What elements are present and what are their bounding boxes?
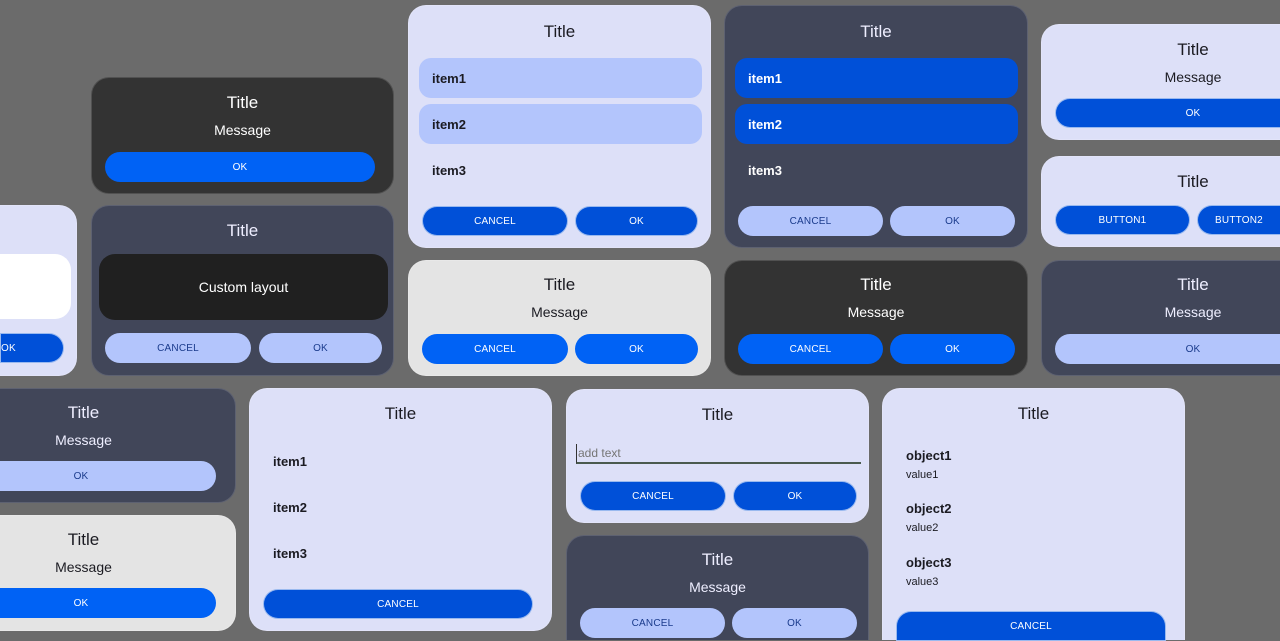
dialog-title: Title [67, 530, 100, 549]
ok-button[interactable]: OK [1055, 98, 1280, 128]
dialog-gray-message: Title Message CANCEL OK [408, 260, 711, 376]
list-item[interactable]: item3 [419, 150, 702, 190]
dialog-dark-confirm: Title Message CANCEL OK [724, 260, 1028, 376]
list-item[interactable]: item2 [419, 104, 702, 144]
custom-layout-box: Custom layout [99, 254, 388, 320]
dialog-message: Message [55, 432, 112, 448]
list-item[interactable]: item3 [260, 533, 543, 573]
ok-button[interactable]: OK [575, 206, 698, 236]
cancel-button[interactable]: CANCEL [580, 608, 725, 638]
object-name[interactable]: object1 [906, 448, 952, 463]
dialog-title: Title [67, 403, 100, 422]
object-value: value2 [906, 522, 939, 534]
dialog-slate-message: Title Message OK [1041, 260, 1280, 376]
dialog-title: Title [543, 22, 576, 41]
ok-button[interactable]: OK [890, 334, 1015, 364]
dialog-light-list: Title item1 item2 item3 CANCEL OK [408, 5, 711, 248]
button1[interactable]: BUTTON1 [1055, 205, 1190, 235]
dialog-title: Title [701, 550, 734, 569]
dialog-light-plain-list: Title item1 item2 item3 CANCEL [249, 388, 552, 631]
dialog-title: Title [1017, 404, 1050, 423]
ok-button[interactable]: OK [732, 608, 857, 638]
ok-button[interactable]: OK [0, 588, 216, 618]
list-item[interactable]: item1 [260, 441, 543, 481]
dialog-title: Title [1177, 40, 1209, 59]
dialog-light-buttons: Title BUTTON1 BUTTON2 [1041, 156, 1280, 247]
ok-button[interactable]: OK [1055, 334, 1280, 364]
list-item[interactable]: item1 [735, 58, 1018, 98]
list-item[interactable]: item3 [735, 150, 1018, 190]
dialog-slate-message-left: Title Message OK [0, 388, 236, 503]
dialog-slate-list: Title item1 item2 item3 CANCEL OK [724, 5, 1028, 248]
ok-button[interactable]: OK [105, 152, 375, 182]
custom-layout-box [0, 254, 71, 319]
dialog-title: Title [701, 405, 734, 424]
dialog-title: Title [1177, 275, 1209, 294]
button2[interactable]: BUTTON2 [1197, 205, 1280, 235]
cancel-button[interactable]: CANCEL [580, 481, 726, 511]
dialog-title: Title [1177, 172, 1209, 191]
object-value: value3 [906, 576, 939, 588]
ok-button[interactable]: OK [575, 334, 698, 364]
text-input[interactable] [576, 444, 861, 464]
dialog-title: Title [860, 275, 892, 294]
dialog-message: Message [214, 122, 271, 138]
dialog-slate-confirm: Title Message CANCEL OK [566, 535, 869, 640]
dialog-message: Message [689, 579, 746, 595]
cancel-button[interactable]: CANCEL [422, 206, 568, 236]
dialog-message: Message [531, 304, 588, 320]
dialog-message: Message [55, 559, 112, 575]
dialog-gray-message-left: Title Message OK [0, 515, 236, 631]
cancel-button[interactable]: CANCEL [738, 206, 883, 236]
list-item[interactable]: item1 [419, 58, 702, 98]
cancel-button[interactable]: CANCEL [738, 334, 883, 364]
ok-button[interactable]: OK [0, 333, 64, 363]
cancel-button[interactable]: CANCEL [422, 334, 568, 364]
cancel-button[interactable]: CANCEL [105, 333, 251, 363]
dialog-light-objects: Title object1 value1 object2 value2 obje… [882, 388, 1185, 641]
list-item[interactable]: item2 [260, 487, 543, 527]
object-name[interactable]: object3 [906, 555, 952, 570]
dialog-custom-light: OK [0, 205, 77, 376]
dialog-message: Message [1164, 304, 1222, 320]
dialog-dark-message: Title Message OK [91, 77, 394, 194]
dialog-message: Message [847, 304, 905, 320]
list-item[interactable]: item2 [735, 104, 1018, 144]
cancel-button[interactable]: CANCEL [896, 611, 1166, 641]
ok-button[interactable]: OK [259, 333, 382, 363]
dialog-message: Message [1164, 69, 1222, 85]
ok-button[interactable]: OK [890, 206, 1015, 236]
dialog-light-input: Title CANCEL OK [566, 389, 869, 523]
object-name[interactable]: object2 [906, 501, 952, 516]
cancel-button[interactable]: CANCEL [263, 589, 533, 619]
ok-button[interactable]: OK [0, 461, 216, 491]
dialog-title: Title [543, 275, 576, 294]
dialog-title: Title [384, 404, 417, 423]
dialog-title: Title [226, 93, 259, 112]
dialog-title: Title [226, 221, 259, 240]
dialog-slate-custom: Title Custom layout CANCEL OK [91, 205, 394, 376]
dialog-title: Title [860, 22, 892, 41]
dialog-light-message: Title Message OK [1041, 24, 1280, 140]
object-value: value1 [906, 469, 939, 481]
ok-button[interactable]: OK [733, 481, 857, 511]
